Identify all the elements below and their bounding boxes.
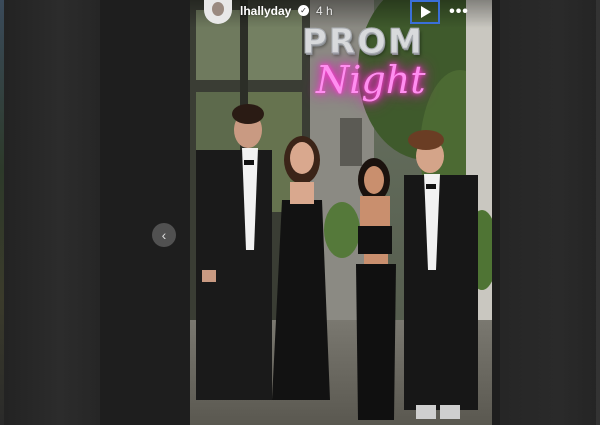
night-neon-sticker: Night [316,58,426,102]
right-edge-strip [596,0,600,425]
left-edge-strip [0,0,4,425]
verified-badge-icon: ✓ [298,5,309,16]
more-options-button[interactable]: ••• [446,0,472,24]
prom-sticker: PROM [302,22,424,63]
play-icon [421,6,431,18]
story-frame[interactable]: PROM Night lhallyday ✓ 4 h ••• [190,0,492,425]
more-dots-icon: ••• [449,3,469,20]
username[interactable]: lhallyday [240,4,291,18]
person-3 [356,158,396,420]
play-button[interactable] [410,0,440,24]
story-header: lhallyday ✓ 4 h ••• [190,0,492,28]
avatar-face [212,2,224,16]
previous-story-button[interactable]: ‹ [152,223,176,247]
story-viewer: ‹ PROM Night lhallyday ✓ 4 h ••• [0,0,600,425]
timestamp: 4 h [316,4,333,18]
chevron-left-icon: ‹ [161,227,167,243]
avatar[interactable] [204,0,232,24]
previous-story-preview[interactable] [0,0,100,425]
next-story-preview[interactable] [500,0,600,425]
